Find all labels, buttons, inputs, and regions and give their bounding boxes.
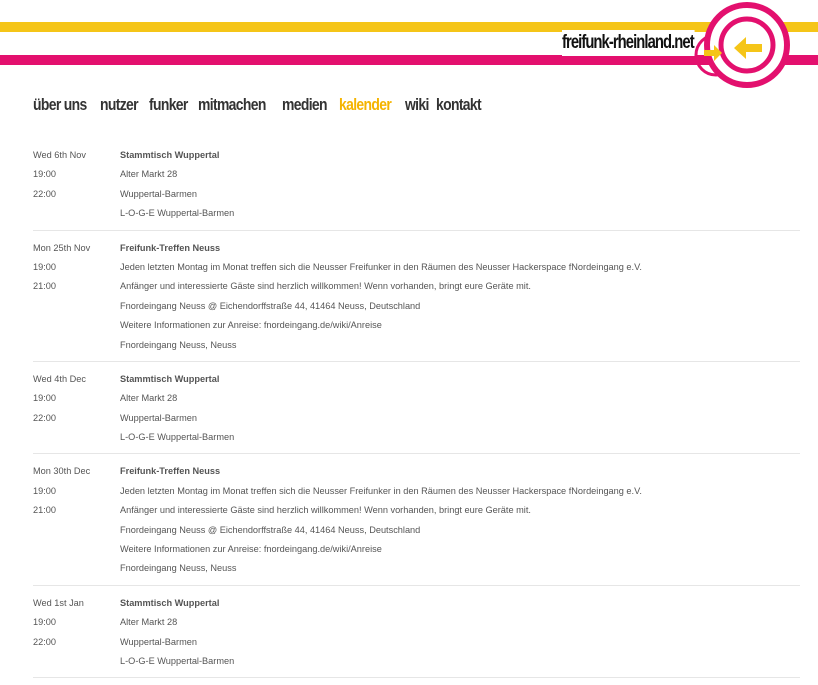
nav-link-wiki[interactable]: wiki: [405, 94, 429, 116]
event-start-time: 19:00: [33, 169, 56, 180]
event-item: Wed 6th Nov Stammtisch Wuppertal 19:00 Alte…: [33, 145, 800, 231]
event-start-time: 19:00: [33, 261, 56, 272]
event-detail: Jeden letzten Montag im Monat treffen si…: [120, 261, 642, 272]
event-row: 19:00 Alter Markt 28: [33, 613, 800, 632]
event-end-time: 21:00: [33, 281, 56, 292]
event-detail: Wuppertal-Barmen: [120, 188, 197, 199]
event-item: Wed 4th Dec Stammtisch Wuppertal 19:00 Alte…: [33, 369, 800, 455]
event-row: 21:00 Anfänger und interessierte Gäste si…: [33, 501, 800, 520]
nav-link-funker[interactable]: funker: [149, 94, 188, 116]
event-title[interactable]: Freifunk-Treffen Neuss: [120, 462, 220, 481]
event-detail: Anfänger und interessierte Gäste sind he…: [120, 505, 531, 516]
event-detail: Alter Markt 28: [120, 617, 178, 628]
event-row: Weitere Informationen zur Anreise: fnord…: [33, 316, 800, 335]
nav-link-mitmachen[interactable]: mitmachen: [198, 94, 266, 116]
event-row: 19:00 Jeden letzten Montag im Monat treff…: [33, 258, 800, 277]
event-item: Wed 1st Jan Stammtisch Wuppertal 19:00 Alte…: [33, 593, 800, 679]
event-row: Fnordeingang Neuss, Neuss: [33, 336, 800, 355]
nav-link-kontakt[interactable]: kontakt: [436, 94, 482, 116]
event-detail: L-O-G-E Wuppertal-Barmen: [120, 208, 235, 219]
event-date: Wed 1st Jan: [33, 597, 84, 608]
event-detail: Fnordeingang Neuss @ Eichendorffstraße 4…: [120, 300, 421, 311]
event-row: Mon 25th Nov Freifunk-Treffen Neuss: [33, 239, 800, 258]
event-detail: Wuppertal-Barmen: [120, 412, 197, 423]
event-title[interactable]: Stammtisch Wuppertal: [120, 370, 219, 389]
event-row: Fnordeingang Neuss, Neuss: [33, 559, 800, 578]
event-row: Wed 6th Nov Stammtisch Wuppertal: [33, 146, 800, 165]
event-title[interactable]: Stammtisch Wuppertal: [120, 146, 219, 165]
event-date: Mon 25th Nov: [33, 242, 91, 253]
event-row: 19:00 Jeden letzten Montag im Monat treff…: [33, 482, 800, 501]
event-title[interactable]: Stammtisch Wuppertal: [120, 594, 219, 613]
event-row: 19:00 Alter Markt 28: [33, 165, 800, 184]
event-start-time: 19:00: [33, 485, 56, 496]
site-title[interactable]: freifunk-rheinland.net: [562, 30, 695, 56]
event-start-time: 19:00: [33, 393, 56, 404]
event-row: 22:00 Wuppertal-Barmen: [33, 409, 800, 428]
event-end-time: 22:00: [33, 188, 56, 199]
nav-link-über-uns[interactable]: über uns: [33, 94, 87, 116]
event-row: Wed 1st Jan Stammtisch Wuppertal: [33, 594, 800, 613]
event-end-time: 21:00: [33, 505, 56, 516]
event-row: Mon 30th Dec Freifunk-Treffen Neuss: [33, 462, 800, 481]
event-row: 19:00 Alter Markt 28: [33, 389, 800, 408]
event-date: Wed 4th Dec: [33, 373, 86, 384]
main-nav: über uns nutzer funker mitmachen medien kalen…: [33, 94, 484, 116]
event-detail: Anfänger und interessierte Gäste sind he…: [120, 281, 531, 292]
event-item: Mon 30th Dec Freifunk-Treffen Neuss 19:00 J…: [33, 461, 800, 586]
event-row: Fnordeingang Neuss @ Eichendorffstraße 4…: [33, 297, 800, 316]
event-detail: Weitere Informationen zur Anreise: fnord…: [120, 320, 382, 331]
event-row: 22:00 Wuppertal-Barmen: [33, 633, 800, 652]
event-detail: Fnordeingang Neuss @ Eichendorffstraße 4…: [120, 524, 421, 535]
nav-link-kalender[interactable]: kalender: [339, 94, 392, 116]
event-end-time: 22:00: [33, 412, 56, 423]
logo-icon[interactable]: [690, 0, 818, 90]
event-row: Fnordeingang Neuss @ Eichendorffstraße 4…: [33, 521, 800, 540]
event-date: Wed 6th Nov: [33, 150, 86, 160]
event-start-time: 19:00: [33, 617, 56, 628]
event-row: L-O-G-E Wuppertal-Barmen: [33, 652, 800, 671]
event-detail: Weitere Informationen zur Anreise: fnord…: [120, 544, 382, 555]
event-detail: Alter Markt 28: [120, 393, 178, 404]
event-date: Mon 30th Dec: [33, 466, 91, 477]
event-detail: Jeden letzten Montag im Monat treffen si…: [120, 485, 642, 496]
event-row: Wed 4th Dec Stammtisch Wuppertal: [33, 370, 800, 389]
event-row: Weitere Informationen zur Anreise: fnord…: [33, 540, 800, 559]
event-detail: Alter Markt 28: [120, 169, 178, 180]
event-detail: L-O-G-E Wuppertal-Barmen: [120, 432, 235, 443]
event-detail: Wuppertal-Barmen: [120, 636, 197, 647]
event-detail: Fnordeingang Neuss, Neuss: [120, 339, 237, 350]
event-end-time: 22:00: [33, 636, 56, 647]
event-list: Wed 6th Nov Stammtisch Wuppertal 19:00 Alte…: [33, 145, 800, 685]
event-row: 21:00 Anfänger und interessierte Gäste si…: [33, 277, 800, 296]
event-detail: L-O-G-E Wuppertal-Barmen: [120, 655, 235, 666]
nav-link-nutzer[interactable]: nutzer: [100, 94, 139, 116]
event-title[interactable]: Freifunk-Treffen Neuss: [120, 239, 220, 258]
nav-link-medien[interactable]: medien: [282, 94, 328, 116]
event-item: Mon 25th Nov Freifunk-Treffen Neuss 19:00 J…: [33, 238, 800, 362]
event-row: 22:00 Wuppertal-Barmen: [33, 185, 800, 204]
event-detail: Fnordeingang Neuss, Neuss: [120, 563, 237, 574]
event-row: L-O-G-E Wuppertal-Barmen: [33, 204, 800, 223]
event-row: L-O-G-E Wuppertal-Barmen: [33, 428, 800, 447]
